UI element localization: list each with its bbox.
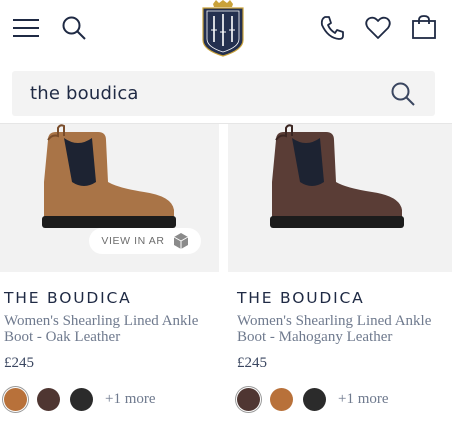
product-brand[interactable]: THE BOUDICA <box>237 289 364 307</box>
swatch-mahogany[interactable] <box>237 387 260 411</box>
bag-icon[interactable] <box>408 11 440 43</box>
swatch-mahogany[interactable] <box>37 387 60 411</box>
swatch-oak[interactable] <box>4 387 27 411</box>
view-in-ar-button[interactable]: VIEW IN AR <box>89 228 201 254</box>
swatch-oak[interactable] <box>270 387 293 411</box>
boot-image <box>42 124 176 228</box>
more-colors-link[interactable]: +1 more <box>105 391 156 408</box>
more-colors-link[interactable]: +1 more <box>338 391 389 408</box>
product-price: £245 <box>4 355 34 371</box>
product-card[interactable]: VIEW IN AR THE BOUDICA Women's Shearling… <box>0 124 219 432</box>
color-swatches: +1 more <box>237 387 389 411</box>
menu-icon[interactable] <box>10 12 42 44</box>
product-grid: VIEW IN AR THE BOUDICA Women's Shearling… <box>0 124 452 432</box>
product-name[interactable]: Women's Shearling Lined Ankle Boot - Oak… <box>4 313 219 345</box>
search-submit-icon[interactable] <box>389 80 417 108</box>
swatch-black[interactable] <box>303 387 326 411</box>
search-box <box>12 71 435 116</box>
product-price: £245 <box>237 355 267 371</box>
color-swatches: +1 more <box>4 387 156 411</box>
ar-cube-icon <box>173 233 188 249</box>
product-image[interactable]: VIEW IN AR <box>0 124 219 272</box>
search-icon[interactable] <box>58 12 90 44</box>
ar-label: VIEW IN AR <box>101 235 165 247</box>
product-brand[interactable]: THE BOUDICA <box>4 289 131 307</box>
boot-upper <box>44 132 174 218</box>
product-image[interactable] <box>228 124 452 272</box>
search-bar <box>0 62 452 124</box>
product-card[interactable]: THE BOUDICA Women's Shearling Lined Ankl… <box>228 124 452 432</box>
boot-image <box>270 124 404 228</box>
site-header <box>0 0 452 62</box>
phone-icon[interactable] <box>316 12 348 44</box>
swatch-black[interactable] <box>70 387 93 411</box>
product-name[interactable]: Women's Shearling Lined Ankle Boot - Mah… <box>237 313 452 345</box>
search-input[interactable] <box>30 71 370 116</box>
boot-upper <box>272 132 402 218</box>
brand-logo[interactable] <box>198 0 248 58</box>
heart-icon[interactable] <box>362 12 394 44</box>
